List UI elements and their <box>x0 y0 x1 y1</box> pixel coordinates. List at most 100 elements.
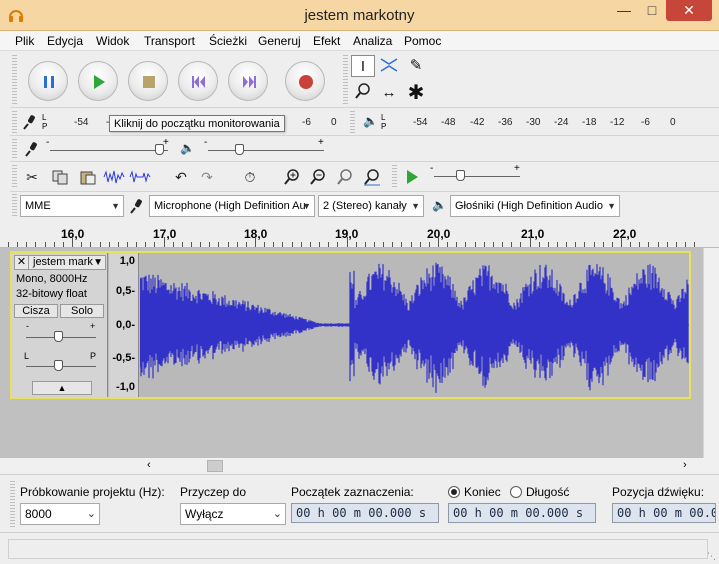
stop-button[interactable] <box>128 61 168 101</box>
audio-host-select[interactable]: MME ▼ <box>20 195 124 217</box>
input-device-select[interactable]: Microphone (High Definition Au ▼ <box>149 195 315 217</box>
output-device-select[interactable]: Głośniki (High Definition Audio ▼ <box>450 195 620 217</box>
gain-slider[interactable] <box>53 331 63 342</box>
output-device-value: Głośniki (High Definition Audio <box>455 200 603 212</box>
ruler-tick <box>90 242 92 247</box>
menu-widok[interactable]: Widok <box>96 34 129 48</box>
sync-lock-button[interactable]: ⏱ <box>238 166 262 188</box>
mute-button[interactable]: Cisza <box>14 304 58 318</box>
scroll-right-icon[interactable]: › <box>683 459 687 471</box>
length-radio[interactable] <box>510 486 522 498</box>
playback-volume-plus: + <box>318 137 324 148</box>
maximize-icon[interactable]: □ <box>638 0 666 21</box>
envelope-tool-button[interactable] <box>377 55 401 77</box>
end-radio[interactable] <box>448 486 460 498</box>
menu-sciezki[interactable]: Ścieżki <box>209 34 247 48</box>
menu-generuj[interactable]: Generuj <box>258 34 301 48</box>
playback-meter-grip[interactable] <box>350 111 355 133</box>
zoom-out-button[interactable] <box>306 166 330 188</box>
meter-tick: 0 <box>670 117 676 128</box>
length-radio-label[interactable]: Długość <box>526 485 569 499</box>
play-button[interactable] <box>78 61 118 101</box>
selection-toolbar-grip[interactable] <box>10 481 15 527</box>
horizontal-scroll-thumb[interactable] <box>207 460 223 472</box>
meter-tick: 0 <box>331 117 337 128</box>
scroll-left-icon[interactable]: ‹ <box>147 459 151 471</box>
record-meter-grip[interactable] <box>12 111 17 133</box>
mixer-grip[interactable] <box>12 139 17 159</box>
redo-button[interactable]: ↷ <box>195 166 219 188</box>
menu-efekt[interactable]: Efekt <box>313 34 340 48</box>
tools-grip[interactable] <box>343 55 348 105</box>
trim-button[interactable] <box>102 166 126 188</box>
solo-button[interactable]: Solo <box>60 304 104 318</box>
undo-button[interactable]: ↶ <box>169 166 193 188</box>
meter-left-label: L <box>42 113 47 122</box>
record-volume-minus: - <box>46 137 50 148</box>
zoom-in-button[interactable] <box>280 166 304 188</box>
menu-plik[interactable]: Plik <box>15 34 34 48</box>
multi-tool-button[interactable]: ✱ <box>404 82 428 104</box>
paste-button[interactable] <box>76 166 100 188</box>
waveform[interactable] <box>140 253 689 397</box>
menu-edycja[interactable]: Edycja <box>47 34 83 48</box>
menu-transport[interactable]: Transport <box>144 34 195 48</box>
vertical-ruler[interactable]: 1,0 0,5- 0,0- -0,5- -1,0 <box>109 253 139 397</box>
play-speed-slider[interactable] <box>455 170 465 181</box>
menu-analiza[interactable]: Analiza <box>353 34 392 48</box>
selection-start-time[interactable]: 00 h 00 m 00.000 s <box>291 503 439 523</box>
skip-to-start-button[interactable] <box>178 61 218 101</box>
collapse-track-button[interactable]: ▲ <box>32 381 92 395</box>
selection-end-time[interactable]: 00 h 00 m 00.000 s <box>448 503 596 523</box>
resize-grip-icon[interactable]: ⋱ <box>707 551 716 562</box>
pan-slider[interactable] <box>53 360 63 371</box>
selection-tool-button[interactable]: I <box>351 55 375 77</box>
timeshift-tool-button[interactable]: ↔ <box>377 82 401 104</box>
pause-button[interactable] <box>28 61 68 101</box>
playback-meter[interactable]: 🔈 L P -54 -48 -42 -36 -30 -24 -18 -12 -6… <box>361 111 701 133</box>
cut-button[interactable]: ✂ <box>20 166 44 188</box>
playback-volume-track[interactable] <box>208 150 324 151</box>
device-toolbar-grip[interactable] <box>12 194 17 216</box>
snap-to-select[interactable]: Wyłącz ⌄ <box>180 503 286 525</box>
track-dropdown-icon[interactable]: ▼ <box>93 256 103 269</box>
close-icon[interactable]: ✕ <box>666 0 712 21</box>
play-speed-track[interactable] <box>434 176 520 177</box>
record-button[interactable] <box>285 61 325 101</box>
ruler-tick <box>483 242 485 247</box>
toolbar-grip[interactable] <box>12 55 17 105</box>
draw-tool-button[interactable]: ✎ <box>404 55 428 77</box>
play-at-speed-grip[interactable] <box>392 165 397 189</box>
audio-track[interactable]: ✕ jestem mark ▼ Mono, 8000Hz 32-bitowy f… <box>10 251 691 399</box>
zoom-tool-button[interactable] <box>351 82 375 104</box>
channels-value: 2 (Stereo) kanały <box>323 200 407 212</box>
project-rate-value: 8000 <box>25 507 52 521</box>
fit-project-button[interactable] <box>360 166 384 188</box>
ruler-tick <box>309 242 311 247</box>
play-at-speed-button[interactable] <box>400 166 424 188</box>
track-close-button[interactable]: ✕ <box>15 256 29 269</box>
skip-to-end-button[interactable] <box>228 61 268 101</box>
record-volume-slider[interactable] <box>154 144 164 155</box>
minimize-icon[interactable]: — <box>610 0 638 21</box>
track-panel[interactable]: ✕ jestem mark ▼ Mono, 8000Hz 32-bitowy f… <box>0 248 703 458</box>
record-volume-track[interactable] <box>50 150 168 151</box>
horizontal-scrollbar[interactable]: ‹ › <box>0 458 703 474</box>
ruler-tick <box>255 237 256 247</box>
vertical-scrollbar[interactable] <box>703 248 719 458</box>
audio-position-time[interactable]: 00 h 00 m 00.000 s <box>612 503 716 523</box>
channels-select[interactable]: 2 (Stereo) kanały ▼ <box>318 195 424 217</box>
ruler-tick <box>117 242 119 247</box>
track-menu[interactable]: ✕ jestem mark ▼ <box>14 255 106 270</box>
project-rate-select[interactable]: 8000 ⌄ <box>20 503 100 525</box>
menu-pomoc[interactable]: Pomoc <box>404 34 441 48</box>
playback-volume-slider[interactable] <box>235 144 245 155</box>
copy-button[interactable] <box>48 166 72 188</box>
end-radio-label[interactable]: Koniec <box>464 485 501 499</box>
chevron-down-icon: ⌄ <box>86 508 96 520</box>
silence-button[interactable] <box>128 166 152 188</box>
ruler-tick <box>630 242 632 247</box>
timeline-ruler[interactable]: 16,0 17,0 18,0 19,0 20,0 21,0 22,0 <box>0 219 719 248</box>
edit-toolbar-grip[interactable] <box>12 165 17 189</box>
fit-selection-button[interactable] <box>333 166 357 188</box>
